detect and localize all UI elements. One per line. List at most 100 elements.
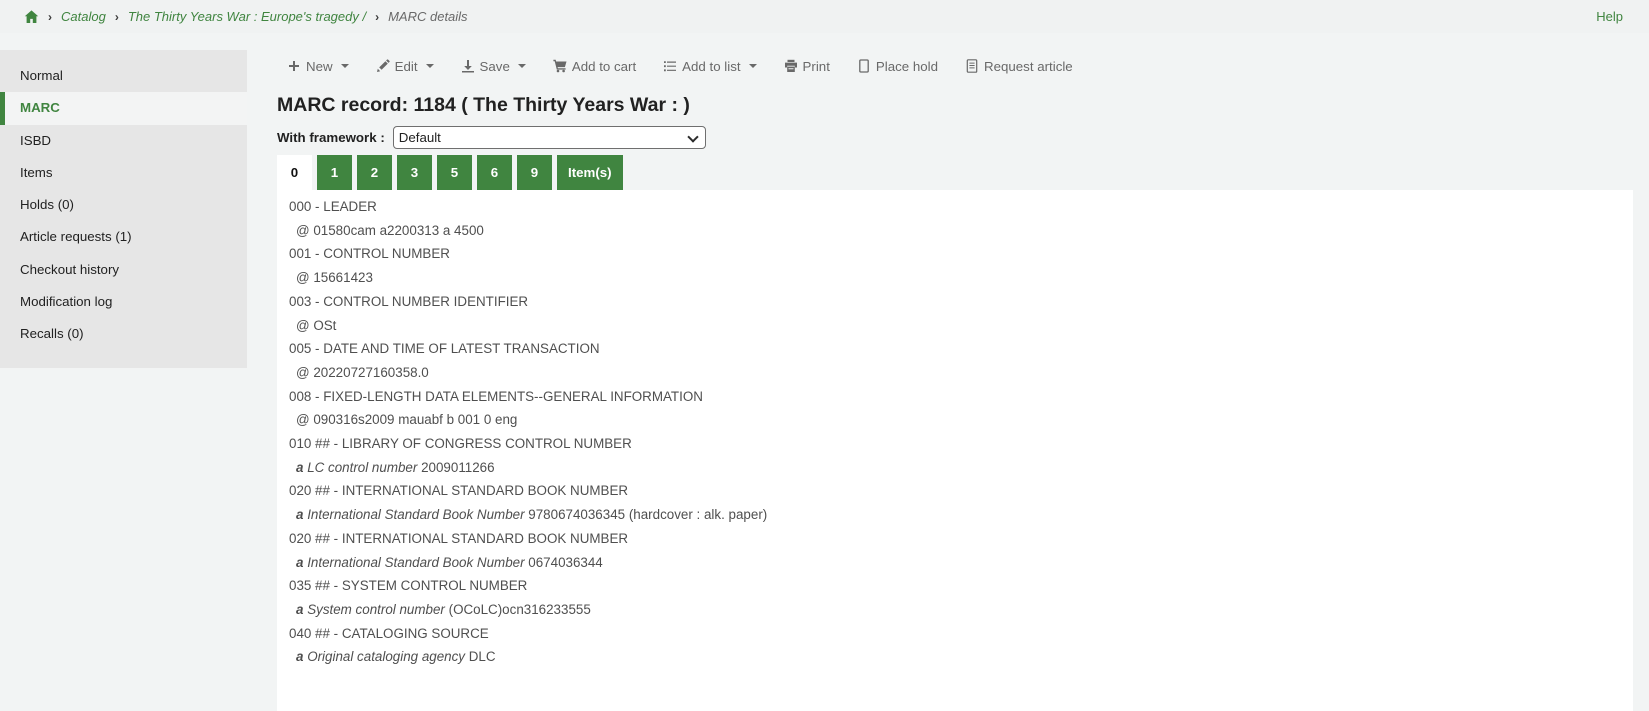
sidebar-item-modification-log[interactable]: Modification log (0, 286, 247, 318)
marc-tag-line: 035 ## - SYSTEM CONTROL NUMBER (289, 574, 1621, 598)
button-label: Edit (395, 59, 418, 74)
button-label: Save (480, 59, 510, 74)
framework-row: With framework : Default (277, 126, 706, 149)
breadcrumb-item-marc-details: MARC details (388, 9, 467, 24)
new-button[interactable]: New (287, 59, 349, 74)
marc-subfield-line: a LC control number 2009011266 (289, 456, 1621, 480)
marc-tag-line: 020 ## - INTERNATIONAL STANDARD BOOK NUM… (289, 479, 1621, 503)
button-label: Add to cart (572, 59, 636, 74)
button-label: Place hold (876, 59, 938, 74)
page-icon (857, 59, 871, 73)
caret-down-icon (518, 64, 526, 68)
add-to-cart-button[interactable]: Add to cart (553, 59, 636, 74)
subfield-code: @ (296, 223, 310, 238)
marc-record: 000 - LEADER@ 01580cam a2200313 a 450000… (289, 195, 1621, 669)
sidebar-item-recalls-0[interactable]: Recalls (0) (0, 318, 247, 350)
framework-select[interactable]: Default (393, 126, 706, 149)
subfield-code: @ (296, 270, 310, 285)
subfield-value: 9780674036345 (hardcover : alk. paper) (528, 507, 767, 522)
marc-subfield-line: @ 20220727160358.0 (289, 361, 1621, 385)
printer-icon (784, 59, 798, 73)
sidebar-item-holds-0[interactable]: Holds (0) (0, 189, 247, 221)
subfield-value: 01580cam a2200313 a 4500 (313, 223, 484, 238)
page-title: MARC record: 1184 ( The Thirty Years War… (277, 94, 690, 117)
tab-9[interactable]: 9 (517, 155, 552, 190)
marc-subfield-line: @ OSt (289, 314, 1621, 338)
request-article-button[interactable]: Request article (965, 59, 1073, 74)
file-text-icon (965, 59, 979, 73)
print-button[interactable]: Print (784, 59, 830, 74)
sidebar-item-checkout-history[interactable]: Checkout history (0, 254, 247, 286)
marc-subfield-line: @ 01580cam a2200313 a 4500 (289, 219, 1621, 243)
subfield-code: a (296, 555, 303, 570)
button-label: Print (803, 59, 830, 74)
sidebar-item-article-requests-1[interactable]: Article requests (1) (0, 221, 247, 253)
button-label: Request article (984, 59, 1073, 74)
button-label: Add to list (682, 59, 740, 74)
marc-tab-panel: 000 - LEADER@ 01580cam a2200313 a 450000… (277, 190, 1633, 711)
caret-down-icon (426, 64, 434, 68)
subfield-value: 0674036344 (528, 555, 602, 570)
subfield-label: International Standard Book Number (307, 555, 524, 570)
sidebar-menu: NormalMARCISBDItemsHolds (0)Article requ… (0, 50, 247, 368)
caret-down-icon (341, 64, 349, 68)
place-hold-button[interactable]: Place hold (857, 59, 938, 74)
subfield-value: 15661423 (313, 270, 373, 285)
subfield-code: @ (296, 365, 310, 380)
subfield-value: 20220727160358.0 (313, 365, 428, 380)
marc-subfield-line: a International Standard Book Number 067… (289, 551, 1621, 575)
subfield-code: a (296, 649, 303, 664)
pencil-icon (376, 59, 390, 73)
subfield-code: a (296, 602, 303, 617)
save-button[interactable]: Save (461, 59, 526, 74)
marc-tag-line: 020 ## - INTERNATIONAL STANDARD BOOK NUM… (289, 527, 1621, 551)
tab-3[interactable]: 3 (397, 155, 432, 190)
tab-1[interactable]: 1 (317, 155, 352, 190)
tab-5[interactable]: 5 (437, 155, 472, 190)
marc-tag-line: 003 - CONTROL NUMBER IDENTIFIER (289, 290, 1621, 314)
help-link[interactable]: Help (1596, 9, 1623, 24)
subfield-label: International Standard Book Number (307, 507, 524, 522)
marc-tag-line: 005 - DATE AND TIME OF LATEST TRANSACTIO… (289, 337, 1621, 361)
breadcrumb: ›Catalog›The Thirty Years War : Europe's… (24, 9, 468, 24)
button-label: New (306, 59, 333, 74)
list-icon (663, 59, 677, 73)
home-icon[interactable] (24, 10, 39, 24)
breadcrumb-item-catalog[interactable]: Catalog (61, 9, 106, 24)
breadcrumb-separator: › (48, 10, 52, 24)
plus-icon (287, 59, 301, 73)
marc-tag-line: 008 - FIXED-LENGTH DATA ELEMENTS--GENERA… (289, 385, 1621, 409)
subfield-value: 090316s2009 mauabf b 001 0 eng (313, 412, 517, 427)
subfield-label: System control number (307, 602, 445, 617)
add-to-list-button[interactable]: Add to list (663, 59, 756, 74)
marc-subfield-line: @ 15661423 (289, 266, 1621, 290)
subfield-value: OSt (313, 318, 336, 333)
subfield-code: a (296, 460, 303, 475)
sidebar-item-items[interactable]: Items (0, 157, 247, 189)
marc-subfield-line: a International Standard Book Number 978… (289, 503, 1621, 527)
toolbar: New Edit Save Add to cart Add to list Print Pl… (287, 54, 1073, 78)
breadcrumb-item-the-thirty-years-war-europe-s-tragedy[interactable]: The Thirty Years War : Europe's tragedy … (128, 9, 366, 24)
caret-down-icon (749, 64, 757, 68)
subfield-value: DLC (469, 649, 496, 664)
tab-6[interactable]: 6 (477, 155, 512, 190)
marc-subfield-line: a System control number (OCoLC)ocn316233… (289, 598, 1621, 622)
framework-label: With framework : (277, 130, 385, 145)
subfield-label: Original cataloging agency (307, 649, 465, 664)
sidebar-item-marc[interactable]: MARC (0, 92, 247, 124)
tab-2[interactable]: 2 (357, 155, 392, 190)
marc-tag-line: 010 ## - LIBRARY OF CONGRESS CONTROL NUM… (289, 432, 1621, 456)
subfield-label: LC control number (307, 460, 417, 475)
marc-tag-line: 040 ## - CATALOGING SOURCE (289, 622, 1621, 646)
breadcrumb-bar: ›Catalog›The Thirty Years War : Europe's… (0, 0, 1649, 33)
cart-icon (553, 59, 567, 73)
subfield-code: @ (296, 318, 310, 333)
framework-select-wrap: Default (393, 126, 706, 149)
sidebar-item-isbd[interactable]: ISBD (0, 125, 247, 157)
tab-0[interactable]: 0 (277, 155, 312, 190)
tab-item-s[interactable]: Item(s) (557, 155, 623, 190)
marc-subfield-line: @ 090316s2009 mauabf b 001 0 eng (289, 408, 1621, 432)
edit-button[interactable]: Edit (376, 59, 434, 74)
subfield-code: a (296, 507, 303, 522)
sidebar-item-normal[interactable]: Normal (0, 60, 247, 92)
